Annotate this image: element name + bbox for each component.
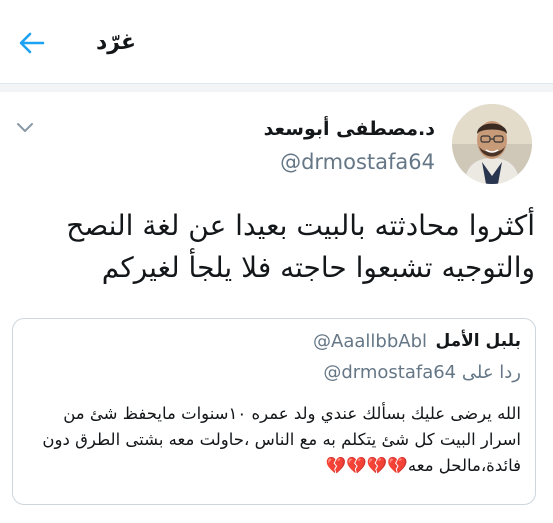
quoted-author-name: بلبل الأمل bbox=[435, 331, 521, 351]
tweet-text: أكثروا محادثته بالبيت بعيدا عن لغة النصح… bbox=[66, 209, 535, 284]
author-name[interactable]: د.مصطفى أبوسعد bbox=[264, 118, 435, 140]
author-handle[interactable]: @drmostafa64 bbox=[280, 150, 435, 174]
quoted-author-handle: @AaallbbAbl bbox=[313, 331, 427, 352]
quoted-tweet-text: الله يرضى عليك بسألك عندي ولد عمره ١٠سنو… bbox=[25, 401, 521, 479]
arrow-left-icon bbox=[19, 32, 45, 54]
avatar[interactable] bbox=[452, 104, 532, 184]
broken-heart-emoji: 💔💔💔💔 bbox=[325, 456, 410, 475]
top-bar: غرّد bbox=[0, 0, 553, 84]
back-button[interactable] bbox=[12, 26, 52, 60]
replying-handle[interactable]: @drmostafa64 bbox=[323, 362, 456, 383]
replying-to-line: ردا على @drmostafa64 bbox=[323, 362, 521, 383]
tweet-menu-button[interactable] bbox=[12, 118, 38, 138]
chevron-down-icon bbox=[17, 123, 33, 132]
page-title: غرّد bbox=[96, 30, 137, 55]
replying-prefix: ردا على bbox=[461, 362, 521, 383]
avatar-photo bbox=[452, 104, 532, 184]
section-divider bbox=[0, 84, 553, 92]
quoted-text-body: الله يرضى عليك بسألك عندي ولد عمره ١٠سنو… bbox=[42, 404, 521, 475]
quoted-tweet[interactable]: بلبل الأمل @AaallbbAbl ردا على @drmostaf… bbox=[12, 318, 536, 505]
